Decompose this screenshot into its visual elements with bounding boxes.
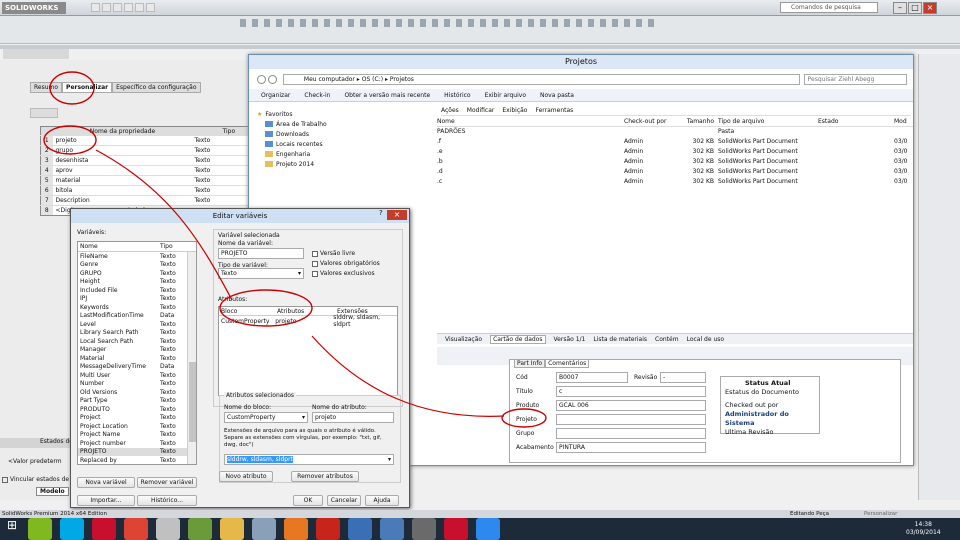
annotation-arrow-1 [95,149,233,301]
start-button[interactable]: ⊞ [0,518,24,540]
annotation-overlay [43,71,547,428]
chrome-icon[interactable] [124,518,148,540]
skype-icon[interactable] [60,518,84,540]
annotation-circle-attribute [219,289,313,327]
acrobat-icon[interactable] [316,518,340,540]
app-icon[interactable] [412,518,436,540]
status-editing: Editando Peça [790,511,830,517]
explorer-icon[interactable] [220,518,244,540]
clock-time: 14:38 [914,521,932,528]
annotation-arrow-2 [311,335,505,417]
annotation-circle-tab [49,71,95,105]
status-customize[interactable]: Personalizar [864,510,897,518]
word-icon[interactable] [476,518,500,540]
outlook-icon[interactable] [284,518,308,540]
network-icon[interactable] [252,518,276,540]
solidworks-icon[interactable] [92,518,116,540]
spotify-icon[interactable] [28,518,52,540]
chart-app-icon[interactable] [188,518,212,540]
notepad-icon[interactable] [156,518,180,540]
solidworks-icon-2[interactable] [444,518,468,540]
annotation-circle-card-projeto [501,408,547,428]
taskbar: ⊞ 14:38 03/09/2014 [0,518,960,540]
ie-icon[interactable] [348,518,372,540]
status-bar: SolidWorks Premium 2014 x64 Edition Edit… [0,510,960,518]
clock[interactable]: 14:38 03/09/2014 [906,521,941,537]
status-edition: SolidWorks Premium 2014 x64 Edition [2,511,107,517]
annotation-circle-projeto [43,125,97,155]
clock-date: 03/09/2014 [906,529,941,536]
task-pane [918,54,960,500]
pdm-icon[interactable] [380,518,404,540]
